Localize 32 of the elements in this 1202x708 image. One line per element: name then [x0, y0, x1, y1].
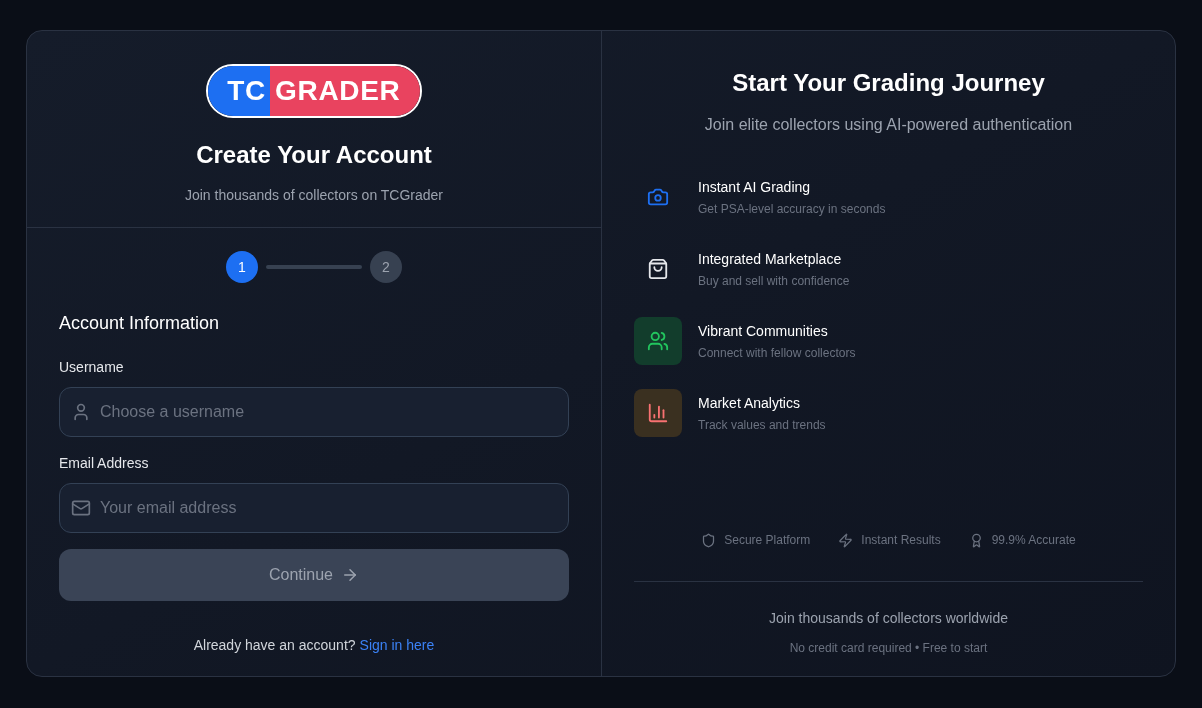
logo: TC GRADER	[206, 64, 422, 118]
input-field[interactable]: Your email address	[59, 483, 569, 533]
arrow-right-icon	[341, 566, 359, 584]
feature-title: Integrated Marketplace	[698, 249, 843, 269]
promo-title: Start Your Grading Journey	[731, 68, 1046, 98]
feature-title: Vibrant Communities	[698, 321, 829, 341]
trust-badge-label: 99.9% Accurate	[991, 532, 1076, 549]
shield-icon	[701, 532, 717, 548]
promo-subtitle: Join elite collectors using AI-powered authentication	[703, 115, 1074, 135]
feature-title: Instant AI Grading	[698, 177, 812, 197]
signin-link[interactable]: Sign in here	[359, 635, 435, 656]
footer-headline: Join thousands of collectors worldwide	[768, 609, 1009, 628]
feature-description: Track values and trends	[698, 416, 826, 434]
page-title: Create Your Account	[196, 140, 432, 170]
input-field[interactable]: Choose a username	[59, 387, 569, 437]
mail-icon	[71, 498, 91, 518]
trust-badge-label: Instant Results	[861, 532, 941, 549]
field-label: Email Address	[59, 454, 150, 473]
field-label: Username	[59, 358, 125, 377]
section-heading: Account Information	[59, 312, 221, 335]
feature-description: Connect with fellow collectors	[698, 344, 856, 362]
signin-prompt: Already have an account?	[193, 636, 356, 655]
step-indicator: 1	[226, 251, 258, 283]
step-indicator: 2	[370, 251, 402, 283]
feature-description: Buy and sell with confidence	[698, 272, 850, 290]
page-subtitle: Join thousands of collectors on TCGrader	[184, 186, 444, 205]
trust-badge-label: Secure Platform	[724, 532, 811, 549]
feature-title: Market Analytics	[698, 393, 801, 413]
user-icon	[71, 402, 91, 422]
feature-description: Get PSA-level accuracy in seconds	[698, 200, 886, 218]
lightning-icon	[838, 532, 854, 548]
footer-note: No credit card required • Free to start	[788, 640, 989, 657]
